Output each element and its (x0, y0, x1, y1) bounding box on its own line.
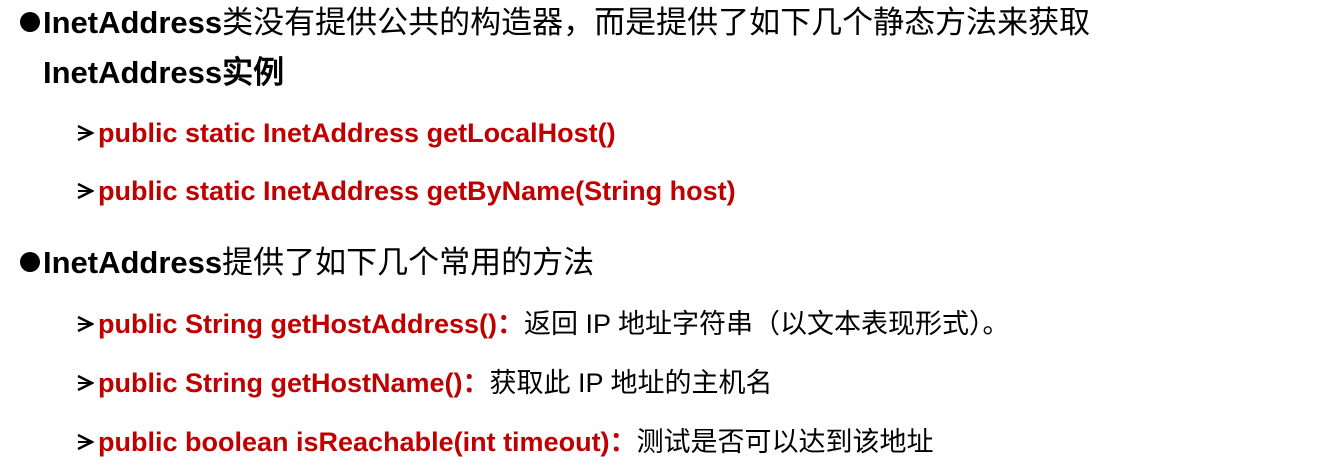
method-signature: public String getHostName()： (98, 368, 490, 398)
bullet-dot-icon (20, 251, 40, 272)
section2-title-latin: InetAddress (43, 245, 223, 280)
method-description: 测试是否可以达到该地址 (636, 427, 934, 457)
method-signature: public static InetAddress getLocalHost() (98, 118, 616, 148)
arrow-bullet-icon (77, 315, 94, 332)
list-item: public static InetAddress getByName(Stri… (0, 174, 736, 208)
bullet-dot-icon (20, 11, 40, 32)
arrow-bullet-icon (77, 433, 94, 450)
arrow-bullet-icon (77, 124, 94, 141)
method-signature: public String getHostAddress()： (98, 309, 525, 339)
list-item: public static InetAddress getLocalHost() (0, 116, 616, 150)
list-item: public String getHostAddress()：返回 IP 地址字… (0, 307, 1010, 341)
section2-heading: InetAddress提供了如下几个常用的方法 (0, 245, 594, 281)
list-item: public String getHostName()：获取此 IP 地址的主机… (0, 366, 773, 400)
section1-heading: InetAddress类没有提供公共的构造器，而是提供了如下几个静态方法来获取 (0, 5, 1090, 41)
section1-heading-line2: InetAddress实例 (43, 55, 284, 91)
method-signature: public boolean isReachable(int timeout)： (98, 427, 637, 457)
section1-title-line2: InetAddress实例 (43, 55, 285, 90)
section1-title-rest: 类没有提供公共的构造器，而是提供了如下几个静态方法来获取 (222, 5, 1091, 40)
section1-title-latin: InetAddress (43, 5, 223, 40)
method-signature: public static InetAddress getByName(Stri… (98, 176, 736, 206)
section2-title-rest: 提供了如下几个常用的方法 (222, 245, 595, 280)
arrow-bullet-icon (77, 374, 94, 391)
method-description: 获取此 IP 地址的主机名 (489, 368, 773, 398)
method-description: 返回 IP 地址字符串（以文本表现形式）。 (524, 309, 1010, 339)
list-item: public boolean isReachable(int timeout)：… (0, 425, 934, 459)
arrow-bullet-icon (77, 182, 94, 199)
